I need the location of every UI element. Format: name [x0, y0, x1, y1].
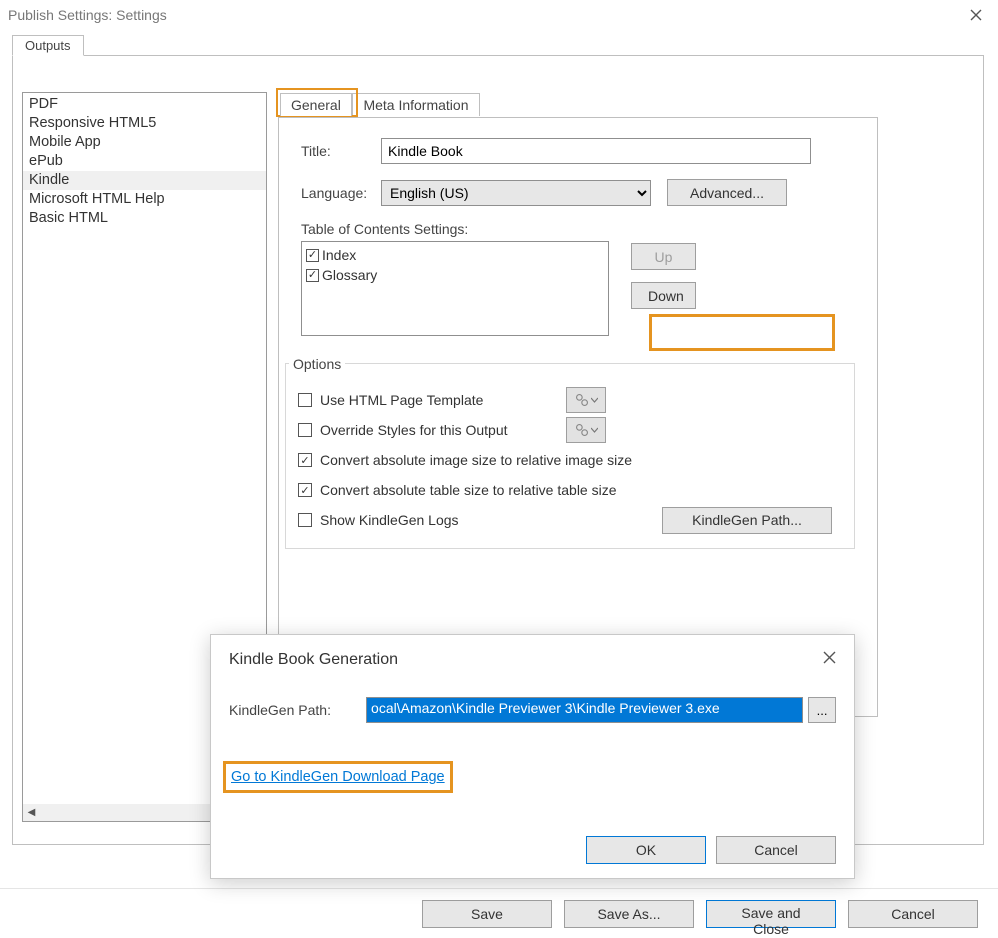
- opt-override-styles: Override Styles for this Output: [298, 422, 842, 438]
- save-as-button[interactable]: Save As...: [564, 900, 694, 928]
- language-label: Language:: [301, 185, 381, 201]
- kindlegen-path-button[interactable]: KindleGen Path...: [662, 507, 832, 534]
- save-close-button[interactable]: Save and Close: [706, 900, 836, 928]
- output-item-responsive[interactable]: Responsive HTML5: [23, 114, 266, 133]
- chevron-down-icon: [591, 427, 598, 434]
- checkbox-icon[interactable]: ✓: [298, 453, 312, 467]
- window-title: Publish Settings: Settings: [8, 7, 167, 23]
- inner-tabs: General Meta Information: [278, 92, 968, 117]
- tab-general[interactable]: General: [280, 93, 352, 116]
- advanced-button[interactable]: Advanced...: [667, 179, 787, 206]
- close-icon[interactable]: [962, 5, 990, 25]
- output-item-pdf[interactable]: PDF: [23, 95, 266, 114]
- gear-button[interactable]: [566, 387, 606, 413]
- kindlegen-path-input[interactable]: ocal\Amazon\Kindle Previewer 3\Kindle Pr…: [366, 697, 803, 723]
- toc-item-index[interactable]: ✓ Index: [306, 245, 604, 265]
- options-label: Options: [289, 356, 345, 372]
- kindlegen-path-label: KindleGen Path:: [229, 702, 366, 718]
- general-panel: Title: Language: English (US) Advanced..…: [278, 117, 878, 717]
- opt-conv-image: ✓ Convert absolute image size to relativ…: [298, 452, 842, 468]
- toc-list[interactable]: ✓ Index ✓ Glossary: [301, 241, 609, 336]
- up-button[interactable]: Up: [631, 243, 696, 270]
- down-button[interactable]: Down: [631, 282, 696, 309]
- title-label: Title:: [301, 143, 381, 159]
- checkbox-icon[interactable]: ✓: [306, 269, 319, 282]
- toc-item-label: Index: [322, 245, 356, 265]
- opt-label: Convert absolute image size to relative …: [320, 452, 632, 468]
- checkbox-icon[interactable]: [298, 393, 312, 407]
- kindle-generation-dialog: Kindle Book Generation KindleGen Path: o…: [210, 634, 855, 879]
- checkbox-icon[interactable]: ✓: [306, 249, 319, 262]
- output-item-basichtml[interactable]: Basic HTML: [23, 209, 266, 228]
- close-icon[interactable]: [823, 651, 836, 669]
- ok-button[interactable]: OK: [586, 836, 706, 864]
- opt-label: Use HTML Page Template: [320, 392, 483, 408]
- opt-show-logs: Show KindleGen Logs KindleGen Path...: [298, 512, 842, 528]
- scroll-left-icon[interactable]: ◀: [23, 804, 40, 821]
- outputs-tab-header: Outputs: [12, 35, 84, 56]
- opt-conv-table: ✓ Convert absolute table size to relativ…: [298, 482, 842, 498]
- toc-item-glossary[interactable]: ✓ Glossary: [306, 265, 604, 285]
- dialog-title: Kindle Book Generation: [229, 651, 398, 669]
- browse-button[interactable]: ...: [808, 697, 836, 723]
- tab-meta[interactable]: Meta Information: [352, 93, 479, 116]
- toc-item-label: Glossary: [322, 265, 377, 285]
- options-box: Use HTML Page Template Override Styles f…: [285, 363, 855, 549]
- output-item-epub[interactable]: ePub: [23, 152, 266, 171]
- gear-icon: [575, 423, 589, 437]
- checkbox-icon[interactable]: ✓: [298, 483, 312, 497]
- output-item-kindle[interactable]: Kindle: [23, 171, 266, 190]
- titlebar: Publish Settings: Settings: [0, 0, 998, 30]
- kindlegen-download-link[interactable]: Go to KindleGen Download Page: [231, 769, 445, 785]
- opt-label: Override Styles for this Output: [320, 422, 508, 438]
- language-select[interactable]: English (US): [381, 180, 651, 206]
- save-button[interactable]: Save: [422, 900, 552, 928]
- cancel-button[interactable]: Cancel: [848, 900, 978, 928]
- title-input[interactable]: [381, 138, 811, 164]
- gear-icon: [575, 393, 589, 407]
- output-item-mshtml[interactable]: Microsoft HTML Help: [23, 190, 266, 209]
- chevron-down-icon: [591, 397, 598, 404]
- dialog-cancel-button[interactable]: Cancel: [716, 836, 836, 864]
- opt-use-template: Use HTML Page Template: [298, 392, 842, 408]
- checkbox-icon[interactable]: [298, 423, 312, 437]
- opt-label: Show KindleGen Logs: [320, 512, 459, 528]
- publish-settings-window: Publish Settings: Settings Outputs PDF R…: [0, 0, 998, 938]
- checkbox-icon[interactable]: [298, 513, 312, 527]
- output-item-mobile[interactable]: Mobile App: [23, 133, 266, 152]
- footer-bar: Save Save As... Save and Close Cancel: [0, 888, 998, 938]
- toc-box: ✓ Index ✓ Glossary Up Down: [301, 241, 855, 336]
- gear-button[interactable]: [566, 417, 606, 443]
- tab-outputs[interactable]: Outputs: [12, 35, 84, 56]
- opt-label: Convert absolute table size to relative …: [320, 482, 617, 498]
- toc-label: Table of Contents Settings:: [301, 221, 855, 237]
